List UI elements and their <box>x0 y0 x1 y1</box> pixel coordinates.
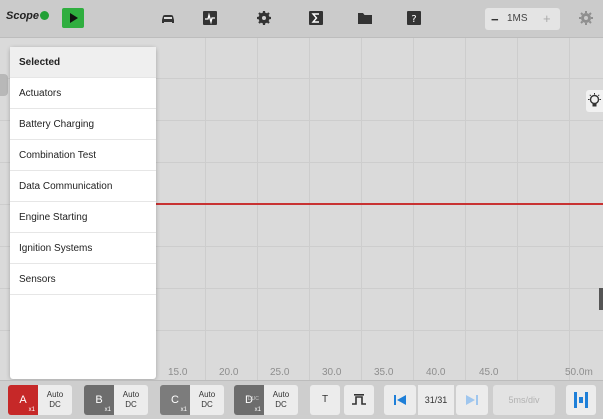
zoom-value: 1MS <box>507 13 528 24</box>
menu-item-sensors[interactable]: Sensors <box>10 264 156 295</box>
channel-a-config[interactable]: Auto DC <box>38 385 72 415</box>
channel-a-control[interactable]: Ax1 Auto DC <box>8 385 72 415</box>
channel-mode: Auto <box>122 390 140 399</box>
x-tick-label: 25.0 <box>270 367 290 378</box>
channel-scale: x1 <box>180 407 187 413</box>
menu-item-selected[interactable]: Selected <box>10 47 156 78</box>
svg-text:?: ? <box>411 14 416 25</box>
page-indicator: 31/31 <box>418 385 454 415</box>
bottom-toolbar: Ax1 Auto DC Bx1 Auto DC Cx1 Auto DC DUC Dx1 … <box>0 380 603 419</box>
settings-icon[interactable] <box>256 10 272 26</box>
sigma-icon[interactable] <box>308 10 324 26</box>
status-ok-icon <box>40 11 50 20</box>
menu-item-actuators[interactable]: Actuators <box>10 78 156 109</box>
channel-scale: x1 <box>254 407 261 413</box>
lightbulb-button[interactable] <box>586 90 603 112</box>
x-tick-label: 30.0 <box>322 367 342 378</box>
channel-coupling: DC <box>125 400 137 409</box>
pulse-edge-icon <box>352 394 366 405</box>
menu-item-battery-charging[interactable]: Battery Charging <box>10 109 156 140</box>
x-tick-label: 15.0 <box>168 367 188 378</box>
channel-mode: Auto <box>46 390 64 399</box>
scope-app: Scope ? − 1MS + 15.0 20.0 25.0 30.0 35.0… <box>0 0 603 419</box>
channel-a-trace <box>156 203 603 205</box>
preset-category-menu: Selected Actuators Battery Charging Comb… <box>10 47 156 379</box>
previous-page-button[interactable] <box>384 385 416 415</box>
channel-coupling: DC <box>275 400 287 409</box>
grid-line <box>465 38 466 380</box>
x-tick-label: 50.0m <box>565 367 593 378</box>
menu-item-ignition-systems[interactable]: Ignition Systems <box>10 233 156 264</box>
channel-coupling: DC <box>49 400 61 409</box>
cursor-split-button[interactable] <box>566 385 596 415</box>
zoom-control: − 1MS + <box>485 8 560 30</box>
cursor-split-icon <box>574 392 588 408</box>
next-page-button[interactable] <box>456 385 488 415</box>
channel-b-control[interactable]: Bx1 Auto DC <box>84 385 148 415</box>
skip-forward-icon <box>466 395 478 405</box>
top-toolbar: Scope ? − 1MS + <box>0 0 603 38</box>
grid-line <box>309 38 310 380</box>
timebase-control[interactable]: 5ms/div <box>493 385 555 415</box>
channel-id: A <box>19 394 27 406</box>
left-panel-handle[interactable] <box>0 74 8 96</box>
channel-d-config[interactable]: Auto DC <box>264 385 298 415</box>
channel-b-tag[interactable]: Bx1 <box>84 385 114 415</box>
skip-back-icon <box>394 395 406 405</box>
channel-b-config[interactable]: Auto DC <box>114 385 148 415</box>
trigger-button[interactable]: T <box>310 385 340 415</box>
grid-line <box>569 38 570 380</box>
zoom-in-button[interactable]: + <box>543 11 551 26</box>
grid-line <box>361 38 362 380</box>
logo-text: Scope <box>6 10 40 22</box>
channel-c-config[interactable]: Auto DC <box>190 385 224 415</box>
menu-item-combination-test[interactable]: Combination Test <box>10 140 156 171</box>
grid-line <box>205 38 206 380</box>
help-icon[interactable]: ? <box>406 10 422 26</box>
x-tick-label: 35.0 <box>374 367 394 378</box>
folder-icon[interactable] <box>357 10 373 26</box>
app-logo: Scope <box>6 10 50 22</box>
channel-coupling: DC <box>201 400 213 409</box>
waveform-icon[interactable] <box>202 10 218 26</box>
x-tick-label: 45.0 <box>479 367 499 378</box>
x-tick-label: 20.0 <box>219 367 239 378</box>
channel-d-tag[interactable]: DUC Dx1 <box>234 385 264 415</box>
grid-line <box>517 38 518 380</box>
channel-mode: Auto <box>198 390 216 399</box>
channel-scale: x1 <box>28 407 35 413</box>
channel-scale: x1 <box>104 407 111 413</box>
trigger-edge-button[interactable] <box>344 385 374 415</box>
grid-line <box>413 38 414 380</box>
channel-id: B <box>95 394 103 406</box>
right-panel-handle[interactable] <box>599 288 603 310</box>
gear-icon[interactable] <box>578 10 594 26</box>
x-tick-label: 40.0 <box>426 367 446 378</box>
car-icon[interactable] <box>160 10 176 26</box>
channel-d-control[interactable]: DUC Dx1 Auto DC <box>234 385 298 415</box>
channel-a-tag[interactable]: Ax1 <box>8 385 38 415</box>
menu-item-data-communication[interactable]: Data Communication <box>10 171 156 202</box>
play-button[interactable] <box>62 8 84 28</box>
channel-c-tag[interactable]: Cx1 <box>160 385 190 415</box>
grid-line <box>257 38 258 380</box>
channel-c-control[interactable]: Cx1 Auto DC <box>160 385 224 415</box>
channel-id: C <box>171 394 179 406</box>
channel-mode: Auto <box>272 390 290 399</box>
menu-item-engine-starting[interactable]: Engine Starting <box>10 202 156 233</box>
zoom-out-button[interactable]: − <box>491 12 499 27</box>
lightbulb-icon <box>588 93 601 107</box>
